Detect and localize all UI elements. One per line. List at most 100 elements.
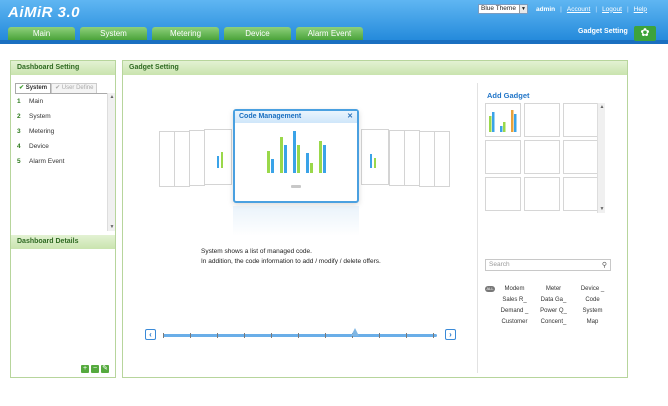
category-sales[interactable]: Sales R_ bbox=[495, 297, 534, 303]
list-item-system[interactable]: 2 System bbox=[15, 109, 107, 124]
gadget-slot[interactable] bbox=[485, 103, 521, 137]
add-gadget-title: Add Gadget bbox=[487, 91, 530, 100]
subtab-user-define[interactable]: ✔ User Define bbox=[51, 83, 98, 93]
preview-bar bbox=[306, 153, 309, 173]
preview-bar bbox=[323, 145, 326, 173]
focused-gadget-title: Code Management ✕ bbox=[235, 111, 357, 123]
category-power-quality[interactable]: Power Q_ bbox=[534, 308, 573, 314]
help-link[interactable]: Help bbox=[634, 6, 647, 13]
logout-link[interactable]: Logout bbox=[602, 6, 622, 13]
scroll-down-icon[interactable]: ▼ bbox=[108, 223, 116, 231]
scroll-up-icon[interactable]: ▲ bbox=[598, 103, 606, 111]
preview-bar bbox=[319, 141, 322, 173]
category-row: Customer Concent_ Map bbox=[485, 316, 613, 327]
gadget-thumbnail[interactable] bbox=[361, 129, 389, 185]
gadget-thumbnail[interactable] bbox=[389, 130, 405, 186]
category-row: Demand _ Power Q_ System bbox=[485, 305, 613, 316]
add-gadget-grid bbox=[485, 103, 601, 211]
category-modem[interactable]: Modem bbox=[495, 286, 534, 292]
scroll-down-icon[interactable]: ▼ bbox=[598, 205, 606, 213]
category-data-gathering[interactable]: Data Ga_ bbox=[534, 297, 573, 303]
category-demand[interactable]: Demand _ bbox=[495, 308, 534, 314]
list-item-device[interactable]: 4 Device bbox=[15, 139, 107, 154]
focused-gadget-card[interactable]: Code Management ✕ bbox=[233, 109, 359, 203]
remove-button[interactable]: − bbox=[91, 365, 99, 373]
gear-icon[interactable]: ✿ bbox=[634, 26, 656, 41]
app-logo: AiMiR 3.0 bbox=[8, 4, 81, 21]
subtabs: ✔ System ✔ User Define bbox=[15, 83, 115, 93]
card-reflection bbox=[233, 206, 359, 236]
gadget-slot[interactable] bbox=[524, 140, 560, 174]
gadget-setting-title: Gadget Setting bbox=[123, 61, 627, 75]
category-map[interactable]: Map bbox=[573, 319, 612, 325]
slider-thumb[interactable] bbox=[351, 328, 359, 336]
gadget-preview-chart bbox=[267, 131, 326, 188]
gadget-grid-scrollbar[interactable]: ▲ ▼ bbox=[597, 103, 605, 213]
tab-main[interactable]: Main bbox=[8, 27, 75, 40]
add-button[interactable]: + bbox=[81, 365, 89, 373]
gadget-slot[interactable] bbox=[563, 177, 599, 211]
slider-track[interactable] bbox=[163, 328, 437, 338]
gadget-search-input[interactable]: Search ⚲ bbox=[485, 259, 611, 271]
scroll-up-icon[interactable]: ▲ bbox=[108, 93, 116, 101]
gadget-slot[interactable] bbox=[563, 103, 599, 137]
theme-select[interactable]: Blue Theme ▼ bbox=[478, 4, 528, 14]
main-tabs: Main System Metering Device Alarm Event bbox=[8, 27, 363, 40]
left-actions: + − ✎ bbox=[81, 365, 109, 373]
check-icon: ✔ bbox=[19, 85, 25, 91]
edit-icon[interactable]: ✎ bbox=[101, 365, 109, 373]
tab-alarm-event[interactable]: Alarm Event bbox=[296, 27, 363, 40]
gadget-thumbnail[interactable] bbox=[404, 130, 420, 186]
preview-bar bbox=[280, 137, 283, 173]
gadget-slot[interactable] bbox=[524, 103, 560, 137]
preview-bar bbox=[297, 145, 300, 173]
gadget-thumbnail[interactable] bbox=[434, 131, 450, 187]
thumbnail-bar bbox=[217, 156, 219, 168]
gadget-slot[interactable] bbox=[563, 140, 599, 174]
category-device[interactable]: Device _ bbox=[573, 286, 612, 292]
category-code[interactable]: Code bbox=[573, 297, 612, 303]
all-badge[interactable]: ALL bbox=[485, 285, 495, 292]
drag-handle bbox=[291, 185, 301, 188]
preview-bar bbox=[271, 159, 274, 173]
dashboard-list: 1 Main 2 System 3 Metering 4 Device 5 Al… bbox=[15, 93, 107, 231]
account-link[interactable]: Account bbox=[567, 6, 591, 13]
gadget-thumbnail[interactable] bbox=[419, 131, 435, 187]
preview-bar bbox=[284, 145, 287, 173]
gadget-setting-label: Gadget Setting bbox=[578, 28, 628, 35]
list-item-main[interactable]: 1 Main bbox=[15, 94, 107, 109]
gadget-slot[interactable] bbox=[485, 177, 521, 211]
thumbnail-bar bbox=[370, 154, 372, 168]
tab-device[interactable]: Device bbox=[224, 27, 291, 40]
gadget-slot[interactable] bbox=[524, 177, 560, 211]
carousel-right-stack[interactable] bbox=[361, 129, 451, 187]
gadget-setting-panel: Gadget Setting Code Management ✕ System … bbox=[122, 60, 628, 378]
search-icon[interactable]: ⚲ bbox=[602, 261, 607, 271]
category-customer[interactable]: Customer bbox=[495, 319, 534, 325]
chevron-right-icon[interactable]: › bbox=[445, 329, 456, 340]
tab-system[interactable]: System bbox=[80, 27, 147, 40]
gadget-thumbnail[interactable] bbox=[189, 130, 205, 186]
panel-divider bbox=[477, 83, 478, 373]
header-divider bbox=[0, 40, 668, 44]
list-item-metering[interactable]: 3 Metering bbox=[15, 124, 107, 139]
carousel-left-stack[interactable] bbox=[159, 129, 232, 187]
user-bar: admin | Account | Logout | Help bbox=[536, 5, 648, 13]
gadget-thumbnail[interactable] bbox=[174, 131, 190, 187]
list-scrollbar[interactable]: ▲ ▼ bbox=[107, 93, 115, 231]
list-item-alarm-event[interactable]: 5 Alarm Event bbox=[15, 154, 107, 169]
dashboard-setting-panel: Dashboard Setting ✔ System ✔ User Define… bbox=[10, 60, 116, 378]
check-icon: ✔ bbox=[55, 85, 61, 91]
close-icon[interactable]: ✕ bbox=[347, 111, 353, 123]
tab-metering[interactable]: Metering bbox=[152, 27, 219, 40]
chevron-left-icon[interactable]: ‹ bbox=[145, 329, 156, 340]
theme-select-value: Blue Theme bbox=[481, 5, 516, 12]
category-concentrator[interactable]: Concent_ bbox=[534, 319, 573, 325]
category-system[interactable]: System bbox=[573, 308, 612, 314]
gadget-thumbnail[interactable] bbox=[159, 131, 175, 187]
gadget-slot[interactable] bbox=[485, 140, 521, 174]
subtab-system[interactable]: ✔ System bbox=[15, 83, 52, 93]
gadget-thumbnail[interactable] bbox=[204, 129, 232, 185]
chevron-down-icon: ▼ bbox=[519, 5, 527, 13]
category-meter[interactable]: Meter bbox=[534, 286, 573, 292]
